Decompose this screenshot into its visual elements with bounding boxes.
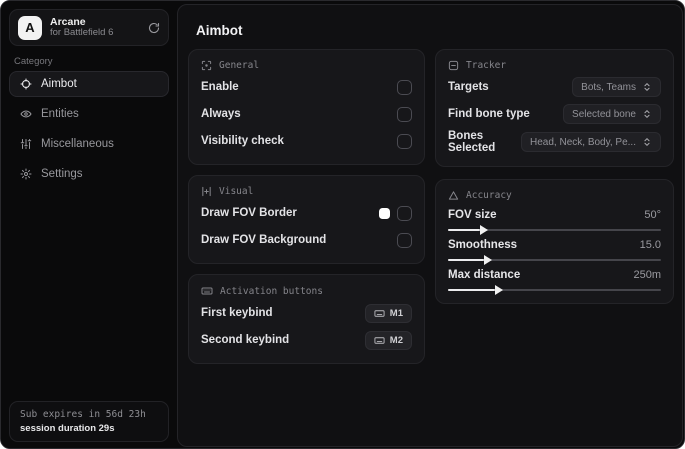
keybind-value: M2 — [389, 334, 403, 346]
arcane-window: A Arcane for Battlefield 6 Category Aimb… — [0, 0, 685, 449]
dropdown-value: Head, Neck, Body, Pe... — [530, 136, 636, 148]
setting-label: Second keybind — [201, 334, 290, 346]
card-title: Accuracy — [466, 190, 512, 201]
right-column: Tracker Targets Bots, Teams Find bone ty… — [435, 49, 674, 304]
enable-checkbox[interactable] — [397, 79, 412, 95]
keybind-value: M1 — [389, 307, 403, 319]
frame-icon — [201, 186, 212, 197]
find-bone-type-dropdown[interactable]: Selected bone — [563, 104, 661, 124]
keyboard-icon — [201, 285, 213, 297]
sidebar: A Arcane for Battlefield 6 Category Aimb… — [1, 1, 176, 448]
card-title: General — [219, 60, 260, 71]
setting-row: Max distance 250m — [448, 269, 661, 295]
setting-row: Draw FOV Background — [201, 229, 412, 251]
setting-label: Visibility check — [201, 135, 284, 147]
accuracy-card: Accuracy FOV size 50° Smoothness 15.0 Ma… — [435, 179, 674, 304]
fov-border-color-swatch[interactable] — [379, 207, 390, 219]
bones-selected-dropdown[interactable]: Head, Neck, Body, Pe... — [521, 132, 661, 152]
slider-thumb[interactable] — [484, 255, 493, 265]
second-keybind-button[interactable]: M2 — [364, 330, 412, 350]
keyboard-icon — [374, 308, 385, 319]
refresh-icon[interactable] — [148, 22, 160, 34]
setting-row: Enable — [201, 76, 412, 98]
main-panel: Aimbot General Enable Always Visibility … — [177, 4, 683, 447]
setting-row: Draw FOV Border — [201, 202, 412, 224]
unfold-icon — [642, 137, 652, 147]
dropdown-value: Selected bone — [572, 108, 636, 120]
setting-row: First keybind M1 — [201, 302, 412, 324]
setting-label: Smoothness — [448, 239, 518, 251]
card-title: Visual — [219, 186, 254, 197]
tracker-card: Tracker Targets Bots, Teams Find bone ty… — [435, 49, 674, 167]
max-distance-slider[interactable] — [448, 285, 661, 295]
setting-row: Find bone type Selected bone — [448, 103, 661, 125]
session-duration-text: session duration 29s — [20, 423, 115, 434]
sidebar-nav: Aimbot Entities Miscellaneous Settings — [9, 71, 169, 187]
setting-label: Always — [201, 108, 241, 120]
setting-label: Draw FOV Border — [201, 207, 297, 219]
dropdown-value: Bots, Teams — [581, 81, 636, 93]
app-logo: A — [18, 15, 42, 40]
slider-thumb[interactable] — [494, 285, 503, 295]
first-keybind-button[interactable]: M1 — [364, 303, 412, 323]
keyboard-icon — [374, 335, 385, 346]
tracker-icon — [448, 60, 459, 71]
sidebar-item-label: Entities — [41, 108, 79, 120]
crosshair-icon — [20, 78, 32, 90]
setting-label: FOV size — [448, 209, 497, 221]
entities-icon — [20, 108, 32, 120]
setting-row: Smoothness 15.0 — [448, 239, 661, 265]
always-checkbox[interactable] — [397, 106, 412, 122]
slider-value: 250m — [633, 269, 661, 281]
sliders-icon — [20, 138, 32, 150]
setting-label: Targets — [448, 81, 489, 93]
unfold-icon — [642, 109, 652, 119]
draw-fov-background-checkbox[interactable] — [397, 232, 412, 248]
setting-label: First keybind — [201, 307, 273, 319]
triangle-icon — [448, 190, 459, 201]
setting-label: Max distance — [448, 269, 521, 281]
sidebar-item-label: Aimbot — [41, 78, 77, 90]
fov-size-slider[interactable] — [448, 225, 661, 235]
targets-dropdown[interactable]: Bots, Teams — [572, 77, 661, 97]
setting-label: Enable — [201, 81, 239, 93]
visual-card: Visual Draw FOV Border Draw FOV Backgrou… — [188, 175, 425, 264]
subscription-info: Sub expires in 56d 23h session duration … — [9, 401, 169, 442]
left-column: General Enable Always Visibility check V… — [188, 49, 425, 364]
general-card: General Enable Always Visibility check — [188, 49, 425, 165]
sidebar-item-aimbot[interactable]: Aimbot — [9, 71, 169, 97]
sidebar-item-settings[interactable]: Settings — [9, 161, 169, 187]
setting-row: Always — [201, 103, 412, 125]
draw-fov-border-checkbox[interactable] — [397, 205, 412, 221]
setting-row: Targets Bots, Teams — [448, 76, 661, 98]
setting-row: FOV size 50° — [448, 209, 661, 235]
slider-thumb[interactable] — [479, 225, 488, 235]
slider-value: 15.0 — [639, 239, 661, 251]
slider-value: 50° — [644, 209, 661, 221]
card-title: Tracker — [466, 60, 507, 71]
card-title: Activation buttons — [220, 285, 323, 297]
unfold-icon — [642, 82, 652, 92]
app-header: A Arcane for Battlefield 6 — [9, 9, 169, 46]
sidebar-item-label: Miscellaneous — [41, 138, 114, 150]
sidebar-item-entities[interactable]: Entities — [9, 101, 169, 127]
smoothness-slider[interactable] — [448, 255, 661, 265]
setting-row: Bones Selected Head, Neck, Body, Pe... — [448, 130, 661, 154]
activation-buttons-card: Activation buttons First keybind M1 Seco… — [188, 274, 425, 364]
category-label: Category — [14, 56, 53, 67]
page-title: Aimbot — [196, 23, 243, 38]
scan-icon — [201, 60, 212, 71]
app-subtitle: for Battlefield 6 — [50, 27, 114, 39]
sub-expiry-text: Sub expires in 56d 23h — [20, 409, 146, 420]
setting-label: Find bone type — [448, 108, 530, 120]
visibility-check-checkbox[interactable] — [397, 133, 412, 149]
gear-icon — [20, 168, 32, 180]
setting-row: Visibility check — [201, 130, 412, 152]
sidebar-item-miscellaneous[interactable]: Miscellaneous — [9, 131, 169, 157]
setting-label: Draw FOV Background — [201, 234, 327, 246]
setting-row: Second keybind M2 — [201, 329, 412, 351]
setting-label: Bones Selected — [448, 130, 496, 154]
sidebar-item-label: Settings — [41, 168, 83, 180]
